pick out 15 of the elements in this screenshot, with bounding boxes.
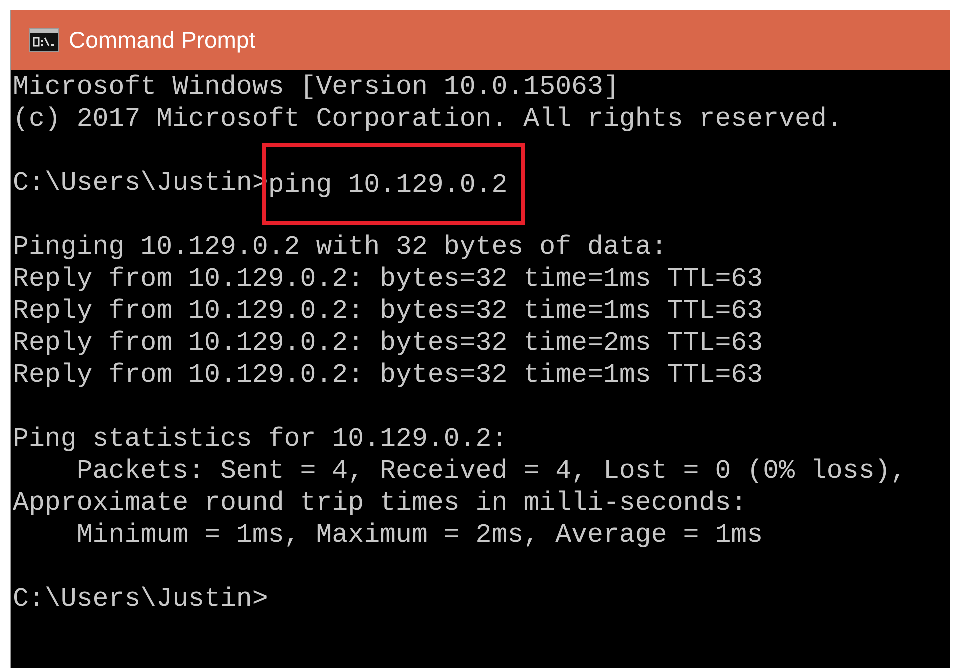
- console-line: Pinging 10.129.0.2 with 32 bytes of data:: [13, 231, 668, 264]
- console-line: Minimum = 1ms, Maximum = 2ms, Average = 1ms: [76, 519, 764, 552]
- console-line: Reply from 10.129.0.2: bytes=32 time=1ms TTL=63: [13, 295, 764, 328]
- console-line: Ping statistics for 10.129.0.2:: [13, 423, 508, 456]
- console-line: Reply from 10.129.0.2: bytes=32 time=2ms TTL=63: [13, 327, 764, 360]
- console-line: (c) 2017 Microsoft Corporation. All rights reserved.: [13, 103, 843, 136]
- console-line: Reply from 10.129.0.2: bytes=32 time=1ms TTL=63: [13, 263, 764, 296]
- console-line: Approximate round trip times in milli-seconds:: [13, 487, 748, 520]
- console-line: Microsoft Windows [Version 10.0.15063]: [13, 71, 620, 104]
- console-line: Packets: Sent = 4, Received = 4, Lost = 0 (0% loss),: [76, 455, 907, 488]
- console-prompt: C:\Users\Justin>: [13, 583, 268, 616]
- console-icon: [29, 28, 59, 52]
- console-line: Reply from 10.129.0.2: bytes=32 time=1ms TTL=63: [13, 359, 764, 392]
- window-title: Command Prompt: [69, 26, 256, 55]
- console-command: ping 10.129.0.2: [262, 143, 525, 225]
